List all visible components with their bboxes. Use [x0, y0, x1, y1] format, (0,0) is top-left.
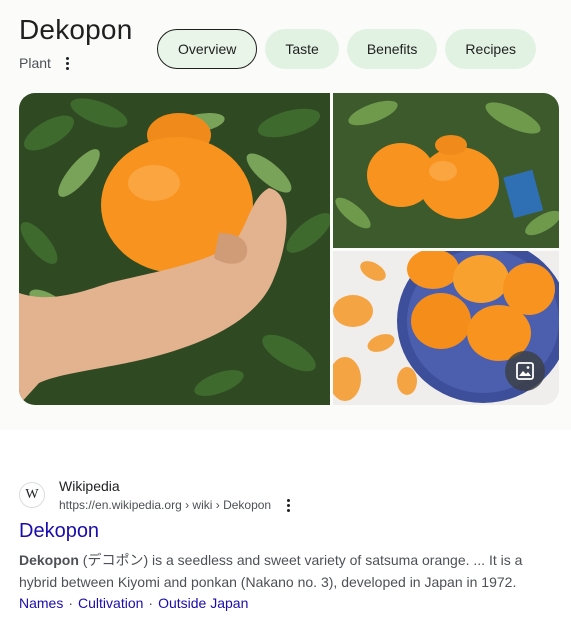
snippet-text: (デコポン) is a seedless and sweet variety o… [19, 552, 523, 590]
result-snippet: Dekopon (デコポン) is a seedless and sweet v… [19, 549, 539, 593]
image-icon [516, 362, 534, 380]
page-title: Dekopon [19, 14, 133, 45]
result-title-link[interactable]: Dekopon [19, 520, 99, 543]
wikipedia-favicon-icon: W [19, 482, 45, 508]
chip-taste[interactable]: Taste [265, 29, 339, 69]
chip-overview[interactable]: Overview [157, 29, 258, 69]
sitelink-separator: · [148, 595, 154, 611]
result-site-name[interactable]: Wikipedia [59, 478, 120, 494]
more-options-icon[interactable] [60, 54, 74, 72]
sitelink-outside-japan[interactable]: Outside Japan [158, 595, 248, 611]
dekopon-on-tree-photo[interactable] [333, 93, 559, 248]
chip-recipes[interactable]: Recipes [445, 29, 537, 69]
sitelink-cultivation[interactable]: Cultivation [78, 595, 143, 611]
result-url[interactable]: https://en.wikipedia.org › wiki › Dekopo… [59, 498, 271, 512]
chip-benefits[interactable]: Benefits [346, 29, 438, 69]
topic-chips: Overview Taste Benefits Recipes [157, 29, 537, 69]
knowledge-panel: Dekopon Plant Overview Taste Benefits Re… [0, 0, 571, 430]
image-grid [19, 93, 559, 405]
sitelink-separator: · [68, 595, 74, 611]
hand-holding-dekopon-photo[interactable] [19, 93, 330, 405]
page-subtitle: Plant [19, 55, 51, 71]
sitelinks: Names · Cultivation · Outside Japan [19, 595, 248, 611]
sitelink-names[interactable]: Names [19, 595, 63, 611]
result-options-icon[interactable] [281, 496, 295, 514]
snippet-bold-term: Dekopon [19, 552, 79, 568]
more-images-button[interactable] [505, 351, 545, 391]
dekopon-bowl-photo[interactable] [333, 251, 559, 405]
